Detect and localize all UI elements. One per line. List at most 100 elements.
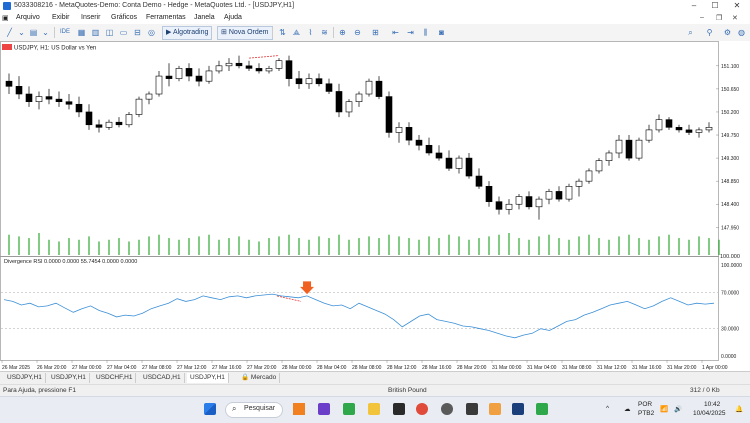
chart-tabs: USDJPY,H1 USDJPY,H1 USDCHF,H1 USDCAD,H1 … bbox=[0, 371, 750, 384]
gallery-icon[interactable] bbox=[318, 403, 330, 415]
title-bar: 5033308216 - MetaQuotes-Demo: Conta Demo… bbox=[0, 0, 750, 13]
menu-ferramentas[interactable]: Ferramentas bbox=[146, 14, 186, 21]
app-icon[interactable] bbox=[343, 403, 355, 415]
auto-scroll-icon[interactable]: ⇥ bbox=[405, 27, 416, 38]
strategy-tester-icon[interactable]: ⊟ bbox=[132, 27, 143, 38]
menu-app-icon[interactable]: ▣ bbox=[2, 14, 9, 22]
new-order-label: Nova Ordem bbox=[228, 29, 269, 36]
price-label: 149.750 bbox=[721, 133, 739, 139]
child-restore-button[interactable]: ❐ bbox=[716, 14, 722, 22]
depth-of-market-icon[interactable]: ≋ bbox=[319, 27, 330, 38]
symbol-flag-icon bbox=[2, 44, 12, 50]
chart-shift-icon[interactable]: ⇤ bbox=[390, 27, 401, 38]
connection-status-text: 312 / 0 Kb bbox=[690, 387, 720, 394]
candle-body bbox=[185, 68, 193, 77]
tray-chevron-icon[interactable]: ^ bbox=[606, 405, 609, 412]
indicator-scale-label: 30.0000 bbox=[721, 327, 739, 333]
trend-line-icon[interactable]: ╱ bbox=[4, 27, 15, 38]
menu-inserir[interactable]: Inserir bbox=[81, 14, 100, 21]
candle-body bbox=[325, 83, 333, 92]
terminal-icon[interactable]: ▭ bbox=[118, 27, 129, 38]
data-window-icon[interactable]: ▥ bbox=[90, 27, 101, 38]
child-close-button[interactable]: ✕ bbox=[732, 14, 738, 22]
candle-body bbox=[295, 78, 303, 85]
candle-body bbox=[705, 127, 713, 131]
toolbar-separator bbox=[333, 27, 334, 38]
candle-body bbox=[215, 65, 223, 72]
candle-body bbox=[55, 98, 63, 103]
candle-body bbox=[645, 129, 653, 141]
volume-icon[interactable]: 🔊 bbox=[674, 405, 682, 413]
file-explorer-icon[interactable] bbox=[368, 403, 380, 415]
tab-mercado[interactable]: 🔒 Mercado bbox=[238, 373, 281, 383]
tab-usdjpy-active[interactable]: USDJPY,H1 bbox=[187, 373, 229, 383]
candle-body bbox=[675, 127, 683, 131]
toolbar-separator bbox=[272, 27, 273, 38]
rsi-line bbox=[3, 293, 715, 339]
clock-time[interactable]: 10:42 bbox=[704, 401, 720, 408]
notification-icon[interactable]: 🔔 bbox=[735, 405, 743, 413]
navigator-icon[interactable]: ◫ bbox=[104, 27, 115, 38]
one-click-trading-icon[interactable]: ⇅ bbox=[277, 27, 288, 38]
new-chart-icon[interactable]: ▤ bbox=[28, 27, 39, 38]
menu-ajuda[interactable]: Ajuda bbox=[224, 14, 242, 21]
menu-exibir[interactable]: Exibir bbox=[52, 14, 70, 21]
signal-icon[interactable]: ⚲ bbox=[704, 27, 715, 38]
metatrader-taskbar-icon[interactable] bbox=[512, 403, 524, 415]
candle-body bbox=[625, 139, 633, 159]
tab-usdchf[interactable]: USDCHF,H1 bbox=[93, 373, 137, 383]
tab-usdcad[interactable]: USDCAD,H1 bbox=[140, 373, 185, 383]
community-icon[interactable]: ◍ bbox=[736, 27, 747, 38]
menu-janela[interactable]: Janela bbox=[194, 14, 215, 21]
close-window-button[interactable]: ✕ bbox=[727, 0, 747, 12]
settings-icon[interactable]: ⚙ bbox=[722, 27, 733, 38]
indicators-icon[interactable]: ⫼ bbox=[420, 27, 431, 38]
zoom-out-icon[interactable]: ⊖ bbox=[352, 27, 363, 38]
zoom-in-icon[interactable]: ⊕ bbox=[337, 27, 348, 38]
tray-network-icon[interactable]: ☁ bbox=[624, 405, 631, 413]
settings-app-icon[interactable] bbox=[441, 403, 453, 415]
chart-window[interactable]: USDJPY, H1: US Dollar vs Yen Divergence … bbox=[0, 41, 750, 371]
market-watch-icon[interactable]: ▦ bbox=[76, 27, 87, 38]
price-alert-icon[interactable]: ⌇ bbox=[305, 27, 316, 38]
screenshot-icon[interactable]: ◙ bbox=[436, 27, 447, 38]
window-title: 5033308216 - MetaQuotes-Demo: Conta Demo… bbox=[14, 2, 295, 9]
minimize-window-button[interactable]: – bbox=[684, 0, 704, 12]
chart-canvas[interactable]: USDJPY, H1: US Dollar vs Yen Divergence … bbox=[0, 41, 750, 371]
taskbar-search[interactable]: ⌕ Pesquisar bbox=[225, 402, 283, 418]
candle-body bbox=[85, 111, 93, 126]
photos-icon[interactable] bbox=[489, 403, 501, 415]
candle-body bbox=[685, 129, 693, 133]
chrome-icon[interactable] bbox=[416, 403, 428, 415]
search-icon[interactable]: ⌕ bbox=[685, 27, 696, 38]
keyboard-layout[interactable]: PTB2 bbox=[638, 410, 654, 417]
new-order-button[interactable]: ⊞ Nova Ordem bbox=[217, 26, 273, 40]
tab-mercado-label: Mercado bbox=[250, 374, 277, 381]
vlc-icon[interactable] bbox=[293, 403, 305, 415]
keyboard-lang[interactable]: POR bbox=[638, 401, 652, 408]
trade-history-icon[interactable]: ⟁ bbox=[291, 27, 302, 38]
candle-body bbox=[315, 78, 323, 85]
tab-usdjpy-1[interactable]: USDJPY,H1 bbox=[4, 373, 46, 383]
clock-date[interactable]: 10/04/2025 bbox=[693, 410, 726, 417]
candle-body bbox=[335, 91, 343, 113]
candle-body bbox=[415, 139, 423, 146]
tab-usdjpy-2[interactable]: USDJPY,H1 bbox=[48, 373, 90, 383]
maximize-window-button[interactable]: ☐ bbox=[705, 0, 725, 12]
terminal-app-icon[interactable] bbox=[393, 403, 405, 415]
wifi-icon[interactable]: 📶 bbox=[660, 405, 668, 413]
child-minimize-button[interactable]: – bbox=[700, 14, 704, 21]
dropdown-chevron-icon[interactable]: ⌄ bbox=[40, 27, 51, 38]
dropdown-chevron-icon[interactable]: ⌄ bbox=[16, 27, 27, 38]
obs-icon[interactable] bbox=[466, 403, 478, 415]
algotrading-button[interactable]: ▶ Algotrading bbox=[162, 26, 213, 40]
indicator-pane-frame bbox=[0, 256, 719, 361]
windows-start-icon[interactable] bbox=[204, 403, 216, 415]
tile-windows-icon[interactable]: ⊞ bbox=[370, 27, 381, 38]
menu-arquivo[interactable]: Arquivo bbox=[16, 14, 40, 21]
menu-graficos[interactable]: Gráficos bbox=[111, 14, 137, 21]
candle-body bbox=[455, 157, 463, 169]
ide-icon[interactable]: IDE bbox=[58, 27, 72, 38]
signals-icon[interactable]: ◎ bbox=[146, 27, 157, 38]
app-icon-2[interactable] bbox=[536, 403, 548, 415]
